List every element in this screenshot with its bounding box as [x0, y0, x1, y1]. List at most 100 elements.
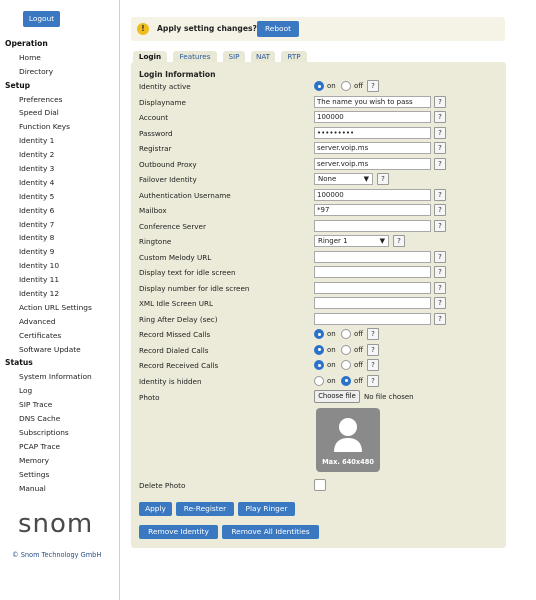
remove-all-identities-button[interactable]: Remove All Identities [222, 525, 319, 539]
help-icon[interactable]: ? [434, 95, 446, 108]
idle-text-input[interactable] [314, 266, 431, 278]
reboot-button[interactable]: Reboot [257, 21, 299, 37]
nav-item-identity-8[interactable]: Identity 8 [0, 231, 119, 245]
row-ringtone: Ringtone Ringer 1 ▼ ? [131, 234, 506, 250]
label-delete-photo: Delete Photo [139, 481, 186, 490]
identity-hidden-off-radio[interactable] [341, 375, 351, 386]
custom-melody-url-input[interactable] [314, 250, 431, 263]
record-missed-off-radio[interactable] [341, 329, 351, 339]
nav-item-settings[interactable]: Settings [0, 468, 119, 482]
chevron-down-icon: ▼ [363, 175, 369, 183]
record-received-on-label: on [327, 361, 336, 369]
ringtone-select[interactable]: Ringer 1 ▼ [314, 235, 389, 247]
remove-identity-button[interactable]: Remove Identity [139, 525, 218, 539]
help-icon[interactable]: ? [434, 188, 446, 201]
delete-photo-checkbox[interactable] [314, 479, 326, 491]
record-missed-on-label: on [327, 330, 336, 338]
record-dialed-off-radio[interactable] [341, 344, 351, 355]
nav-item-identity-12[interactable]: Identity 12 [0, 287, 119, 301]
help-icon[interactable]: ? [393, 235, 405, 247]
help-icon[interactable]: ? [434, 157, 446, 170]
help-icon[interactable]: ? [367, 328, 379, 340]
idle-number-input[interactable] [314, 281, 431, 294]
help-icon[interactable]: ? [434, 111, 446, 123]
nav-item-manual[interactable]: Manual [0, 482, 119, 496]
help-icon[interactable]: ? [434, 219, 446, 232]
reregister-button[interactable]: Re-Register [176, 502, 234, 516]
row-record-missed: Record Missed Calls on off ? [131, 327, 506, 343]
help-icon[interactable]: ? [434, 142, 446, 154]
nav-item-home[interactable]: Home [0, 51, 119, 65]
ring-after-delay-input[interactable] [314, 312, 431, 325]
xml-idle-url-input[interactable] [314, 297, 431, 309]
label-custom-melody-url: Custom Melody URL [139, 252, 212, 262]
conference-server-input[interactable] [314, 219, 431, 232]
nav-item-identity-11[interactable]: Identity 11 [0, 273, 119, 287]
password-input[interactable]: ••••••••• [314, 126, 431, 139]
nav-item-identity-5[interactable]: Identity 5 [0, 190, 119, 204]
record-dialed-on-radio[interactable] [314, 344, 324, 355]
help-icon[interactable]: ? [434, 204, 446, 216]
label-outbound-proxy: Outbound Proxy [139, 159, 197, 169]
help-icon[interactable]: ? [377, 173, 389, 185]
nav-item-identity-7[interactable]: Identity 7 [0, 218, 119, 232]
help-icon[interactable]: ? [434, 250, 446, 263]
help-icon[interactable]: ? [367, 343, 379, 356]
nav-item-identity-3[interactable]: Identity 3 [0, 162, 119, 176]
nav-item-system-information[interactable]: System Information [0, 370, 119, 384]
identity-active-on-radio[interactable] [314, 81, 324, 91]
help-icon[interactable]: ? [434, 281, 446, 294]
nav-item-preferences[interactable]: Preferences [0, 93, 119, 107]
help-icon[interactable]: ? [434, 126, 446, 139]
nav-item-speed-dial[interactable]: Speed Dial [0, 106, 119, 120]
help-icon[interactable]: ? [434, 312, 446, 325]
nav-item-dns-cache[interactable]: DNS Cache [0, 412, 119, 426]
nav-item-log[interactable]: Log [0, 384, 119, 398]
logout-button[interactable]: Logout [23, 11, 60, 27]
label-idle-number: Display number for idle screen [139, 283, 250, 293]
nav-item-identity-10[interactable]: Identity 10 [0, 259, 119, 273]
displayname-input[interactable]: The name you wish to pass [314, 95, 431, 108]
nav-item-sip-trace[interactable]: SIP Trace [0, 398, 119, 412]
outbound-proxy-input[interactable]: server.voip.ms [314, 157, 431, 170]
row-ring-after-delay: Ring After Delay (sec) ? [131, 312, 506, 328]
label-mailbox: Mailbox [139, 206, 167, 215]
identity-active-off-radio[interactable] [341, 81, 351, 91]
nav-item-software-update[interactable]: Software Update [0, 343, 119, 357]
nav-item-identity-6[interactable]: Identity 6 [0, 204, 119, 218]
file-status: No file chosen [364, 393, 414, 401]
nav-item-identity-4[interactable]: Identity 4 [0, 176, 119, 190]
record-missed-on-radio[interactable] [314, 329, 324, 339]
chevron-down-icon: ▼ [379, 237, 385, 245]
nav-item-identity-9[interactable]: Identity 9 [0, 245, 119, 259]
mailbox-input[interactable]: *97 [314, 204, 431, 216]
account-input[interactable]: 100000 [314, 111, 431, 123]
registrar-input[interactable]: server.voip.ms [314, 142, 431, 154]
nav-item-pcap-trace[interactable]: PCAP Trace [0, 440, 119, 454]
nav-item-function-keys[interactable]: Function Keys [0, 120, 119, 134]
help-icon[interactable]: ? [367, 359, 379, 371]
nav-item-directory[interactable]: Directory [0, 65, 119, 79]
nav-item-advanced[interactable]: Advanced [0, 315, 119, 329]
nav-item-memory[interactable]: Memory [0, 454, 119, 468]
sidebar-nav: Operation Home Directory Setup Preferenc… [0, 37, 119, 495]
nav-item-subscriptions[interactable]: Subscriptions [0, 426, 119, 440]
identity-hidden-on-radio[interactable] [314, 375, 324, 386]
record-received-on-radio[interactable] [314, 360, 324, 370]
apply-button[interactable]: Apply [139, 502, 172, 516]
auth-username-input[interactable]: 100000 [314, 188, 431, 201]
help-icon[interactable]: ? [367, 374, 379, 387]
help-icon[interactable]: ? [434, 266, 446, 278]
row-identity-active: Identity active on off ? [131, 79, 506, 95]
play-ringer-button[interactable]: Play Ringer [238, 502, 295, 516]
nav-item-certificates[interactable]: Certificates [0, 329, 119, 343]
nav-item-identity-1[interactable]: Identity 1 [0, 134, 119, 148]
copyright-link[interactable]: © Snom Technology GmbH [12, 551, 101, 559]
help-icon[interactable]: ? [434, 297, 446, 309]
help-icon[interactable]: ? [367, 80, 379, 92]
failover-identity-select[interactable]: None ▼ [314, 173, 373, 185]
choose-file-button[interactable]: Choose file [314, 390, 360, 403]
record-received-off-radio[interactable] [341, 360, 351, 370]
nav-item-identity-2[interactable]: Identity 2 [0, 148, 119, 162]
nav-item-action-url-settings[interactable]: Action URL Settings [0, 301, 119, 315]
